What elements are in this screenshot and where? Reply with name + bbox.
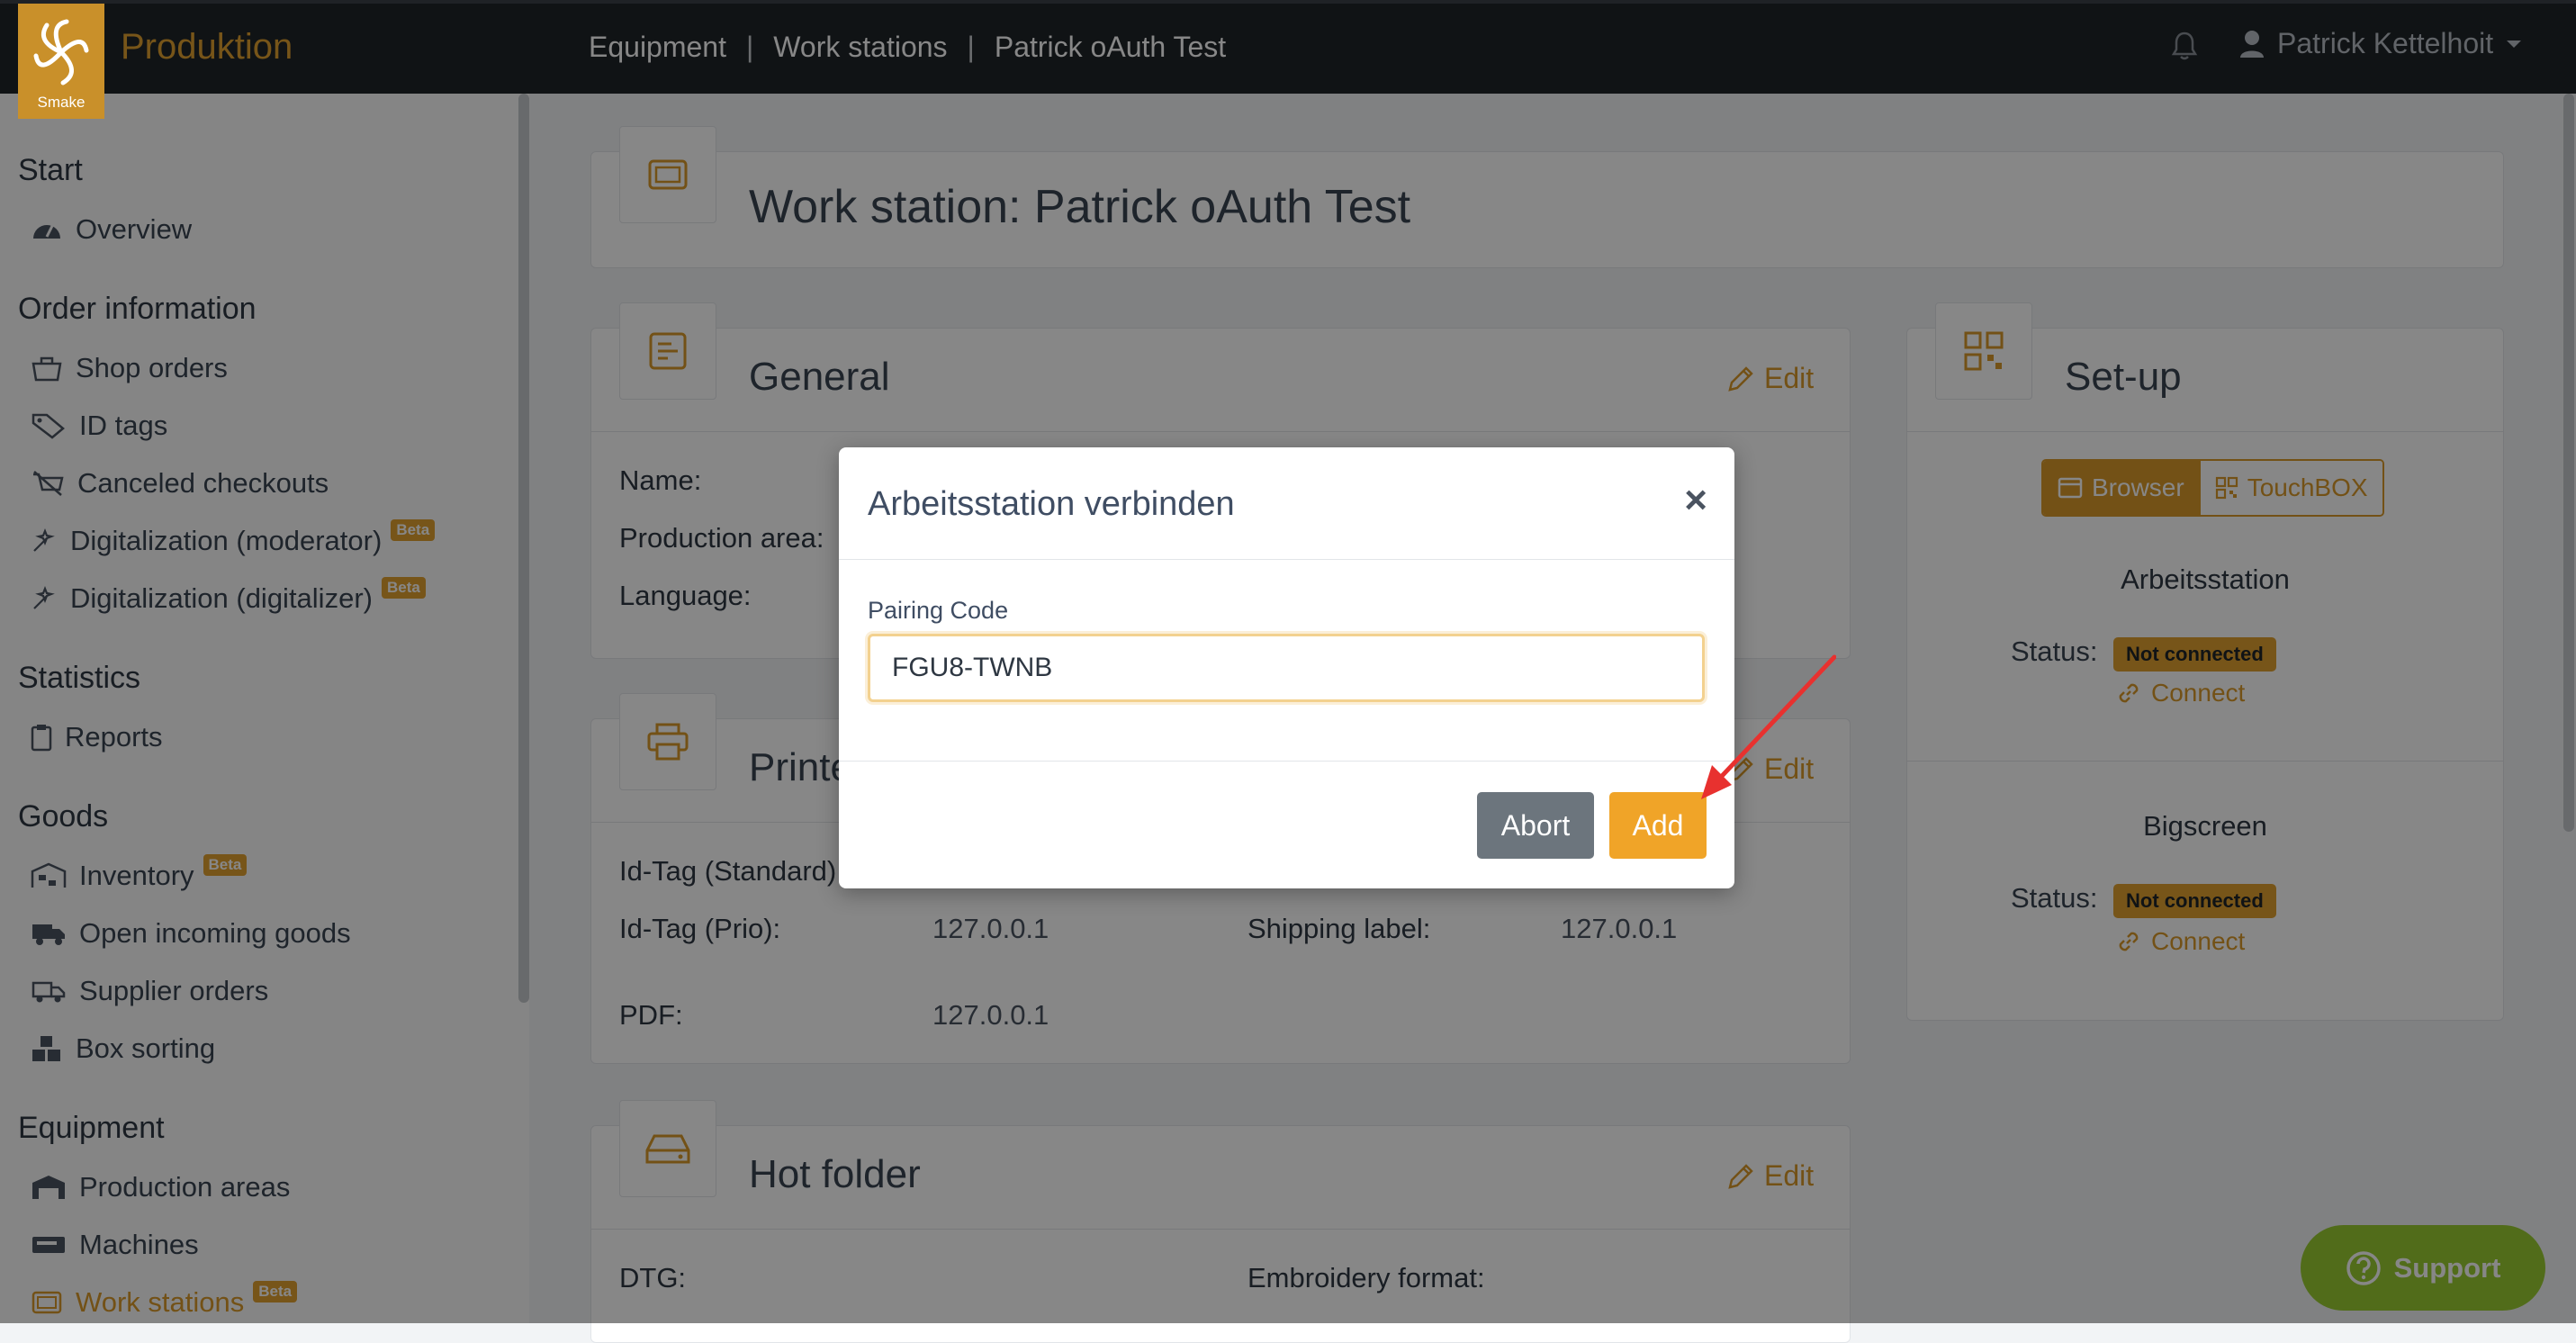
- pairing-code-label: Pairing Code: [868, 597, 1009, 624]
- abort-button[interactable]: Abort: [1477, 792, 1594, 859]
- pairing-code-input[interactable]: [868, 634, 1705, 702]
- modal-title: Arbeitsstation verbinden: [868, 485, 1235, 523]
- modal-footer-divider: [839, 761, 1734, 762]
- logo-text: Smake: [37, 94, 86, 111]
- close-icon[interactable]: ×: [1684, 478, 1707, 523]
- modal-header-divider: [839, 559, 1734, 560]
- smake-logo[interactable]: Smake: [18, 4, 104, 119]
- connect-workstation-modal: Arbeitsstation verbinden × Pairing Code …: [839, 447, 1734, 888]
- red-arrow-annotation: [1701, 654, 1836, 799]
- logo-swirl-icon: [33, 19, 89, 86]
